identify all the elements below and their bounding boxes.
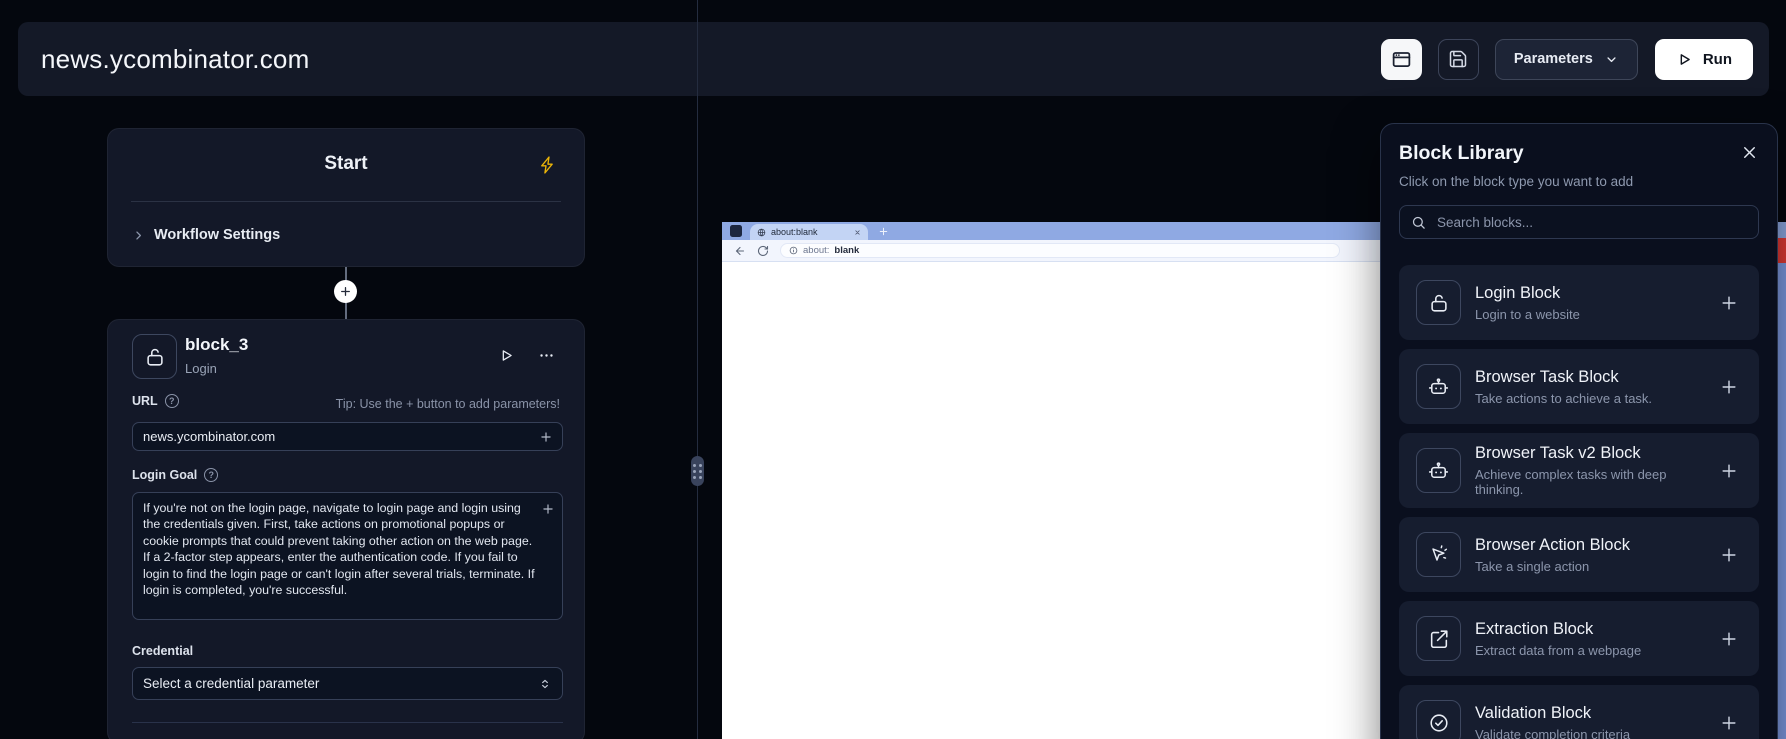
address-bar[interactable]: about: blank: [780, 243, 1340, 258]
lightning-bolt-icon: [538, 155, 558, 175]
add-block-icon[interactable]: [1719, 377, 1739, 397]
chevron-up-down-icon: [538, 677, 552, 691]
add-block-icon[interactable]: [1719, 545, 1739, 565]
login-block-node-card[interactable]: block_3 Login URL ? Tip: Use the + butto…: [107, 319, 585, 739]
check-circle-icon: [1416, 700, 1461, 739]
block-card-login-block[interactable]: Login Block Login to a website: [1399, 265, 1759, 340]
help-icon[interactable]: ?: [165, 394, 179, 408]
add-block-icon[interactable]: [1719, 293, 1739, 313]
block-card-browser-task-block[interactable]: Browser Task Block Take actions to achie…: [1399, 349, 1759, 424]
block-card-title: Browser Task v2 Block: [1475, 444, 1705, 463]
browser-edge-strip: [1777, 263, 1786, 739]
tab-title: about:blank: [771, 227, 818, 237]
workflow-settings-label: Workflow Settings: [154, 227, 280, 243]
url-input[interactable]: [143, 429, 539, 444]
top-header: news.ycombinator.com Parameters: [18, 22, 1769, 96]
unlock-icon: [1416, 280, 1461, 325]
parameters-tip-text: Tip: Use the + button to add parameters!: [336, 397, 560, 411]
block-card-description: Take a single action: [1475, 559, 1630, 574]
workflow-settings-toggle[interactable]: Workflow Settings: [131, 219, 280, 251]
close-icon[interactable]: [1740, 143, 1759, 162]
app-window-icon: [1391, 49, 1412, 70]
block-menu-button[interactable]: [537, 347, 556, 364]
credential-label: Credential: [132, 644, 193, 658]
start-node-card[interactable]: Start Workflow Settings: [107, 128, 585, 267]
block-search: [1399, 205, 1759, 239]
block-card-title: Browser Task Block: [1475, 368, 1652, 387]
url-input-wrap: [132, 422, 563, 451]
robot-icon: [1416, 448, 1461, 493]
block-card-title: Extraction Block: [1475, 620, 1641, 639]
cursor-icon: [1416, 532, 1461, 577]
block-card-browser-action-block[interactable]: Browser Action Block Take a single actio…: [1399, 517, 1759, 592]
info-icon[interactable]: [789, 246, 798, 255]
window-menu-icon[interactable]: [730, 225, 742, 237]
block-card-description: Login to a website: [1475, 307, 1580, 322]
save-button[interactable]: [1438, 39, 1479, 80]
block-card-description: Achieve complex tasks with deep thinking…: [1475, 467, 1705, 497]
workflow-builder-app: news.ycombinator.com Parameters: [0, 0, 1786, 739]
start-node-title: Start: [108, 153, 584, 175]
login-goal-textarea-wrap: If you're not on the login page, navigat…: [132, 492, 563, 620]
block-card-title: Validation Block: [1475, 704, 1630, 723]
block-library-subtitle: Click on the block type you want to add: [1399, 172, 1759, 191]
add-parameter-icon[interactable]: [539, 430, 553, 444]
play-icon: [1676, 51, 1693, 68]
url-field-label: URL: [132, 394, 158, 408]
add-parameter-icon[interactable]: [541, 502, 555, 516]
block-card-description: Validate completion criteria: [1475, 727, 1630, 739]
block-library-panel: Block Library Click on the block type yo…: [1380, 123, 1778, 739]
login-goal-label: Login Goal: [132, 468, 197, 482]
credential-select-value: Select a credential parameter: [143, 676, 538, 691]
help-icon[interactable]: ?: [204, 468, 218, 482]
address-host: blank: [834, 245, 859, 256]
credential-select[interactable]: Select a credential parameter: [132, 667, 563, 700]
browser-view-button[interactable]: [1381, 39, 1422, 80]
card-section-divider: [132, 722, 563, 723]
block-icon-box: [132, 334, 177, 379]
start-card-divider: [131, 201, 561, 202]
search-input[interactable]: [1435, 214, 1747, 231]
parameters-label: Parameters: [1514, 51, 1593, 67]
canvas-divider: [697, 0, 698, 739]
block-name: block_3: [185, 335, 248, 355]
add-block-icon[interactable]: [1719, 461, 1739, 481]
block-card-browser-task-v2-block[interactable]: Browser Task v2 Block Achieve complex ta…: [1399, 433, 1759, 508]
block-card-extraction-block[interactable]: Extraction Block Extract data from a web…: [1399, 601, 1759, 676]
record-indicator: [1777, 238, 1786, 263]
chevron-right-icon: [131, 228, 146, 243]
login-goal-textarea[interactable]: If you're not on the login page, navigat…: [133, 493, 562, 619]
block-card-description: Take actions to achieve a task.: [1475, 391, 1652, 406]
robot-icon: [1416, 364, 1461, 409]
search-icon: [1411, 215, 1426, 230]
run-block-button[interactable]: [498, 347, 515, 364]
page-title: news.ycombinator.com: [41, 44, 309, 75]
block-list: Login Block Login to a website: [1399, 265, 1759, 739]
block-card-validation-block[interactable]: Validation Block Validate completion cri…: [1399, 685, 1759, 739]
chevron-down-icon: [1604, 52, 1619, 67]
reload-icon[interactable]: [757, 245, 769, 257]
run-button[interactable]: Run: [1655, 39, 1753, 80]
block-card-title: Browser Action Block: [1475, 536, 1630, 555]
add-block-icon[interactable]: [1719, 629, 1739, 649]
block-library-title: Block Library: [1399, 140, 1524, 166]
block-card-description: Extract data from a webpage: [1475, 643, 1641, 658]
browser-tab[interactable]: about:blank: [750, 224, 868, 240]
new-tab-button[interactable]: [878, 226, 889, 237]
extract-icon: [1416, 616, 1461, 661]
add-block-icon[interactable]: [1719, 713, 1739, 733]
globe-icon: [757, 228, 766, 237]
save-icon: [1448, 49, 1468, 69]
tab-close-icon[interactable]: [854, 229, 861, 236]
back-icon[interactable]: [734, 245, 746, 257]
parameters-button[interactable]: Parameters: [1495, 39, 1638, 80]
block-card-title: Login Block: [1475, 284, 1580, 303]
address-scheme: about:: [803, 245, 829, 256]
block-type-label: Login: [185, 361, 217, 376]
run-label: Run: [1703, 51, 1732, 68]
unlock-icon: [144, 346, 166, 368]
add-block-connector-button[interactable]: [334, 280, 357, 303]
panel-resize-grip[interactable]: [691, 456, 704, 486]
